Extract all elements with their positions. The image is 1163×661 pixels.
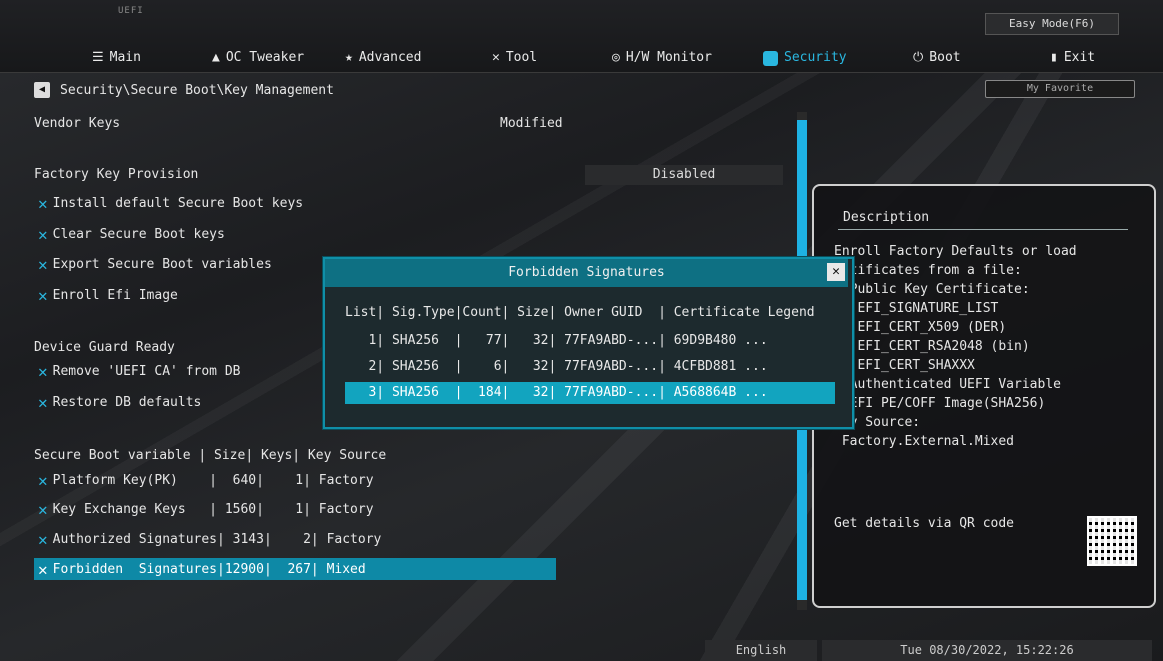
tab-advanced[interactable]: ★ Advanced xyxy=(345,48,421,68)
wrench-icon: ✕ xyxy=(38,530,48,549)
dialog-row-selected[interactable]: 3| SHA256 | 184| 32| 77FA9ABD-...| A5688… xyxy=(345,382,835,404)
description-title: Description xyxy=(843,210,930,225)
back-arrow-icon[interactable]: ◀ xyxy=(34,82,50,98)
action-remove-uefi-ca[interactable]: ✕ Remove 'UEFI CA' from DB xyxy=(38,362,240,381)
wrench-icon: ✕ xyxy=(38,255,48,274)
description-text: Enroll Factory Defaults or load tificate… xyxy=(834,244,1077,449)
brand-logo: UEFI xyxy=(118,6,144,16)
tab-oc-tweaker[interactable]: ▲ OC Tweaker xyxy=(212,48,304,68)
action-clear-keys[interactable]: ✕ Clear Secure Boot keys xyxy=(38,225,225,244)
wrench-icon: ✕ xyxy=(38,194,48,213)
my-favorite-button[interactable]: My Favorite xyxy=(985,80,1135,98)
star-icon: ★ xyxy=(345,50,353,65)
tab-hw-monitor[interactable]: ◎ H/W Monitor xyxy=(612,48,712,68)
dialog-title: Forbidden Signatures xyxy=(508,265,665,280)
wrench-icon: ✕ xyxy=(38,471,48,490)
dialog-table-header: List| Sig.Type|Count| Size| Owner GUID |… xyxy=(345,305,815,320)
device-guard-label: Device Guard Ready xyxy=(34,340,175,355)
tab-exit[interactable]: ▮ Exit xyxy=(1050,48,1095,68)
vendor-keys-label: Vendor Keys xyxy=(34,116,121,131)
shield-icon xyxy=(763,50,778,66)
action-restore-db-defaults[interactable]: ✕ Restore DB defaults xyxy=(38,393,201,412)
dialog-row[interactable]: 1| SHA256 | 77| 32| 77FA9ABD-...| 69D9B4… xyxy=(345,330,835,352)
top-bar xyxy=(0,0,1163,73)
action-export-variables[interactable]: ✕ Export Secure Boot variables xyxy=(38,255,272,274)
variable-row-authorized-signatures[interactable]: ✕ Authorized Signatures| 3143| 2| Factory xyxy=(38,530,381,549)
language-selector[interactable]: English xyxy=(705,640,817,661)
wrench-icon: ✕ xyxy=(38,560,48,579)
monitor-icon: ◎ xyxy=(612,50,620,65)
qr-label: Get details via QR code xyxy=(834,516,1015,531)
wrench-icon: ✕ xyxy=(492,50,500,65)
variable-row-key-exchange[interactable]: ✕ Key Exchange Keys | 1560| 1| Factory xyxy=(38,500,374,519)
qr-code-icon xyxy=(1087,516,1137,566)
tab-main[interactable]: ☰ Main xyxy=(92,48,141,68)
description-divider xyxy=(838,229,1128,230)
power-icon: ⏻ xyxy=(913,50,924,65)
wrench-icon: ✕ xyxy=(38,286,48,305)
variables-table-header: Secure Boot variable | Size| Keys| Key S… xyxy=(34,448,387,463)
breadcrumb: ◀ Security\Secure Boot\Key Management xyxy=(34,82,334,98)
dialog-row[interactable]: 2| SHA256 | 6| 32| 77FA9ABD-...| 4CFBD88… xyxy=(345,356,835,378)
factory-key-label[interactable]: Factory Key Provision xyxy=(34,167,198,182)
action-enroll-efi-image[interactable]: ✕ Enroll Efi Image xyxy=(38,286,178,305)
variable-row-forbidden-signatures[interactable]: ✕ Forbidden Signatures|12900| 267| Mixed xyxy=(38,560,366,579)
easy-mode-button[interactable]: Easy Mode(F6) xyxy=(985,13,1119,35)
variable-row-platform-key[interactable]: ✕ Platform Key(PK) | 640| 1| Factory xyxy=(38,471,374,490)
list-icon: ☰ xyxy=(92,50,104,65)
vendor-keys-value: Modified xyxy=(500,116,563,131)
datetime-display: Tue 08/30/2022, 15:22:26 xyxy=(822,640,1152,661)
wrench-icon: ✕ xyxy=(38,362,48,381)
close-icon[interactable]: ✕ xyxy=(827,263,845,281)
rocket-icon: ▲ xyxy=(212,50,220,65)
factory-key-value[interactable]: Disabled xyxy=(585,165,783,185)
tab-security[interactable]: Security xyxy=(763,48,847,68)
wrench-icon: ✕ xyxy=(38,500,48,519)
tab-tool[interactable]: ✕ Tool xyxy=(492,48,537,68)
exit-icon: ▮ xyxy=(1050,50,1058,65)
action-install-default-keys[interactable]: ✕ Install default Secure Boot keys xyxy=(38,194,303,213)
breadcrumb-path: Security\Secure Boot\Key Management xyxy=(60,82,334,98)
wrench-icon: ✕ xyxy=(38,393,48,412)
wrench-icon: ✕ xyxy=(38,225,48,244)
tab-boot[interactable]: ⏻ Boot xyxy=(913,48,961,68)
